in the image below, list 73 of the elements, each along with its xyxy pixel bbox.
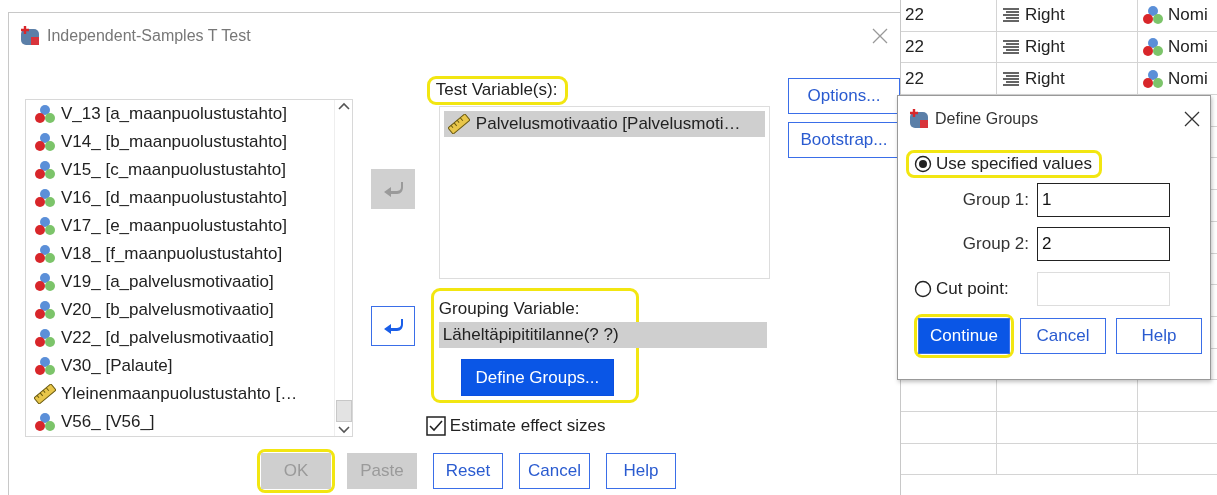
move-button[interactable] [371, 306, 415, 346]
table-cell: 22 [901, 0, 997, 31]
nominal-variable-icon [34, 328, 56, 348]
checkbox[interactable] [425, 416, 446, 436]
nominal-variable-icon [34, 356, 56, 376]
list-item[interactable]: V22_ [d_palvelusmotivaatio] [61, 328, 274, 348]
app-icon [908, 108, 930, 130]
nominal-variable-icon [1142, 68, 1164, 89]
table-cell: Nomi [1168, 37, 1208, 58]
dialog-button[interactable]: Reset [433, 453, 503, 489]
radio-label: Cut point: [936, 279, 1009, 299]
table-cell: 22 [901, 31, 997, 63]
dialog-button[interactable]: Cancel [1020, 318, 1106, 354]
list-item[interactable]: Yleinenmaanpuolustustahto [… [61, 384, 298, 404]
radio-button[interactable] [914, 155, 932, 173]
list-item[interactable]: V15_ [c_maanpuolustustahto] [61, 160, 286, 180]
field-label: Group 2: [962, 234, 1029, 254]
input-field[interactable]: 2 [1037, 227, 1170, 261]
list-item[interactable]: V20_ [b_palvelusmotivaatio] [61, 300, 274, 320]
radio-label: Use specified values [936, 154, 1092, 174]
ruler-icon [447, 114, 470, 134]
table-cell: Nomi [1168, 68, 1208, 89]
list-item[interactable]: Palvelusmotivaatio [Palvelusmoti… [443, 111, 765, 137]
scroll-up-icon[interactable] [337, 102, 350, 110]
close-icon[interactable] [1184, 111, 1200, 127]
dialog-button[interactable]: Help [605, 453, 676, 489]
dialog-button[interactable]: Options... [788, 78, 900, 114]
nominal-variable-icon [34, 132, 56, 152]
checkbox-label: Estimate effect sizes [449, 416, 606, 436]
grouping-field[interactable]: Läheltäpipititilanne(? ?) [438, 322, 767, 348]
nominal-variable-icon [1142, 37, 1164, 58]
define-groups-button[interactable]: Define Groups... [460, 359, 614, 396]
table-cell: 22 [901, 63, 997, 95]
field-label: Grouping Variable: [438, 299, 581, 319]
nominal-variable-icon [34, 216, 56, 236]
curved-arrow-icon [383, 181, 403, 197]
curved-arrow-icon [383, 318, 403, 334]
list-item[interactable]: V14_ [b_maanpuolustustahto] [61, 132, 287, 152]
list-item[interactable]: V18_ [f_maanpuolustustahto] [61, 244, 283, 264]
list-item[interactable]: V30_ [Palaute] [61, 356, 173, 376]
list-item[interactable]: V56_ [V56_] [61, 412, 155, 432]
nominal-variable-icon [34, 300, 56, 320]
input-field[interactable]: 1 [1037, 183, 1170, 217]
nominal-variable-icon [34, 244, 56, 264]
list-item[interactable]: V19_ [a_palvelusmotivaatio] [61, 272, 274, 292]
table-cell: Right [1025, 37, 1065, 58]
window-title: Define Groups [935, 110, 1040, 128]
align-right-icon [1001, 70, 1021, 87]
align-right-icon [1001, 7, 1021, 24]
table-cell: Right [1025, 5, 1065, 26]
nominal-variable-icon [1142, 5, 1164, 26]
nominal-variable-icon [34, 160, 56, 180]
nominal-variable-icon [34, 412, 56, 432]
dialog-button[interactable]: Help [1116, 318, 1202, 354]
app-icon [19, 25, 41, 47]
window-title: Independent-Samples T Test [47, 27, 252, 45]
radio-button[interactable] [914, 280, 932, 298]
list-item[interactable]: V17_ [e_maanpuolustustahto] [61, 216, 287, 236]
dialog-button[interactable]: Cancel [519, 453, 590, 489]
nominal-variable-icon [34, 272, 56, 292]
nominal-variable-icon [34, 188, 56, 208]
scroll-down-icon[interactable] [337, 426, 350, 434]
nominal-variable-icon [34, 104, 56, 124]
dialog-button[interactable]: Continue [918, 318, 1010, 354]
list-item[interactable]: V16_ [d_maanpuolustustahto] [61, 188, 287, 208]
field-label: Test Variable(s): [426, 76, 569, 105]
dialog-button[interactable]: Bootstrap... [788, 122, 900, 158]
table-cell: Nomi [1168, 5, 1208, 26]
align-right-icon [1001, 39, 1021, 56]
table-cell: Right [1025, 68, 1065, 89]
field-label: Group 1: [962, 190, 1029, 210]
list-item[interactable]: V_13 [a_maanpuolustustahto] [61, 104, 287, 124]
scrollbar-thumb[interactable] [335, 400, 352, 422]
